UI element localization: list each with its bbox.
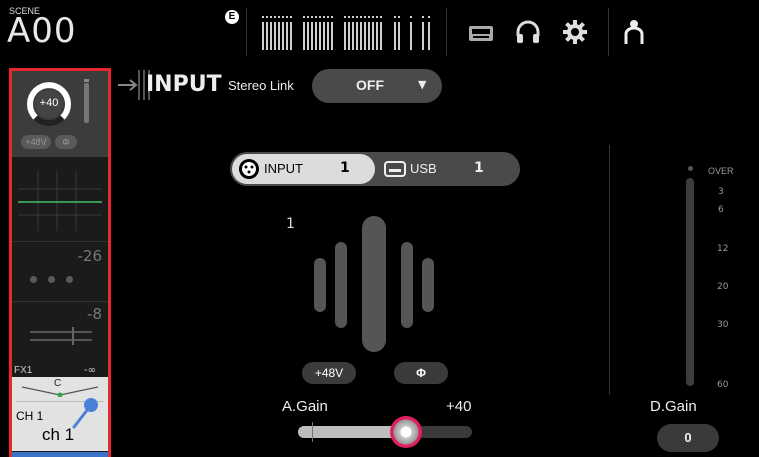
ext-indicator-icon: E (225, 10, 239, 24)
meter-scale-30: 30 (717, 320, 729, 330)
input-signal-icon (314, 216, 434, 352)
stereo-link-label: Stereo Link (228, 78, 294, 93)
analog-gain-slider[interactable] (298, 416, 472, 448)
xlr-connector-icon (239, 159, 259, 179)
divider (12, 241, 108, 242)
source-usb-label: USB (410, 161, 437, 176)
comp-value: -26 (77, 247, 103, 265)
meter-peak (84, 79, 89, 82)
analog-gain-handle[interactable] (390, 416, 422, 448)
gate-marker (72, 327, 74, 345)
eq-section[interactable] (12, 165, 108, 239)
analog-gain-label: A.Gain (282, 398, 328, 415)
input-meter (84, 83, 89, 123)
gain-section[interactable]: +40 +48V Φ (12, 71, 108, 157)
gate-section[interactable]: -8 (12, 303, 108, 355)
comp-dot (30, 276, 37, 283)
channel-index: 1 (286, 216, 295, 232)
analog-gain-value: +40 (446, 398, 472, 415)
divider (246, 8, 247, 56)
meter-scale-12: 12 (717, 244, 729, 254)
digital-gain-meter (686, 178, 694, 386)
level-meter-overview[interactable] (258, 12, 436, 52)
phase-indicator: Φ (55, 135, 77, 149)
gate-line (30, 331, 92, 333)
stereo-link-value: OFF (356, 77, 384, 93)
microphone-icon (72, 398, 98, 429)
gear-icon[interactable] (561, 18, 589, 46)
meter-scale-60: 60 (717, 380, 729, 390)
source-input-label: INPUT (264, 161, 303, 176)
meter-scale-3: 3 (718, 187, 724, 197)
channel-color-bar (12, 452, 108, 457)
chevron-down-icon: ▼ (418, 78, 427, 91)
usb-icon (384, 161, 406, 177)
scene-name[interactable]: A00 (7, 14, 77, 48)
comp-section[interactable]: -26 (12, 243, 108, 299)
user-icon[interactable] (622, 18, 650, 46)
phantom-indicator: +48V (21, 135, 51, 149)
divider (446, 8, 447, 56)
phase-button[interactable]: Φ (394, 362, 448, 384)
input-routing-icon (118, 70, 150, 100)
divider (608, 8, 609, 56)
gate-value: -8 (87, 305, 102, 323)
meter-peak-dot (688, 166, 693, 171)
source-input-button[interactable]: INPUT 1 (232, 154, 375, 184)
fx-value: -∞ (84, 365, 96, 376)
divider (609, 145, 610, 395)
meter-scale-20: 20 (717, 282, 729, 292)
source-usb-number: 1 (474, 160, 484, 176)
top-bar: SCENE A00 E (0, 0, 759, 62)
comp-dot (48, 276, 55, 283)
headphones-icon[interactable] (514, 18, 542, 46)
stereo-link-dropdown[interactable]: OFF ▼ (312, 69, 442, 103)
digital-gain-value-button[interactable]: 0 (657, 424, 719, 452)
phantom-power-button[interactable]: +48V (302, 362, 356, 384)
eq-curve-icon (18, 171, 102, 231)
meter-scale-over: OVER (708, 166, 734, 176)
meter-bars-icon (262, 16, 430, 50)
channel-name-section[interactable]: C CH 1 ch 1 (12, 377, 108, 451)
gate-line (30, 339, 92, 341)
fx-label: FX1 (14, 365, 33, 376)
divider (12, 301, 108, 302)
usb-storage-icon[interactable] (467, 22, 495, 50)
gain-zero-marker (312, 422, 313, 442)
page-title: INPUT (146, 72, 222, 97)
meter-scale-6: 6 (718, 205, 724, 215)
channel-strip[interactable]: +40 +48V Φ -26 -8 FX1 -∞ C CH 1 ch 1 (9, 68, 111, 457)
source-usb-button[interactable]: USB 1 (380, 154, 516, 184)
comp-dot (66, 276, 73, 283)
source-input-number: 1 (340, 160, 350, 176)
digital-gain-label: D.Gain (650, 398, 697, 415)
channel-number: CH 1 (16, 409, 44, 423)
gain-value: +40 (39, 97, 59, 109)
